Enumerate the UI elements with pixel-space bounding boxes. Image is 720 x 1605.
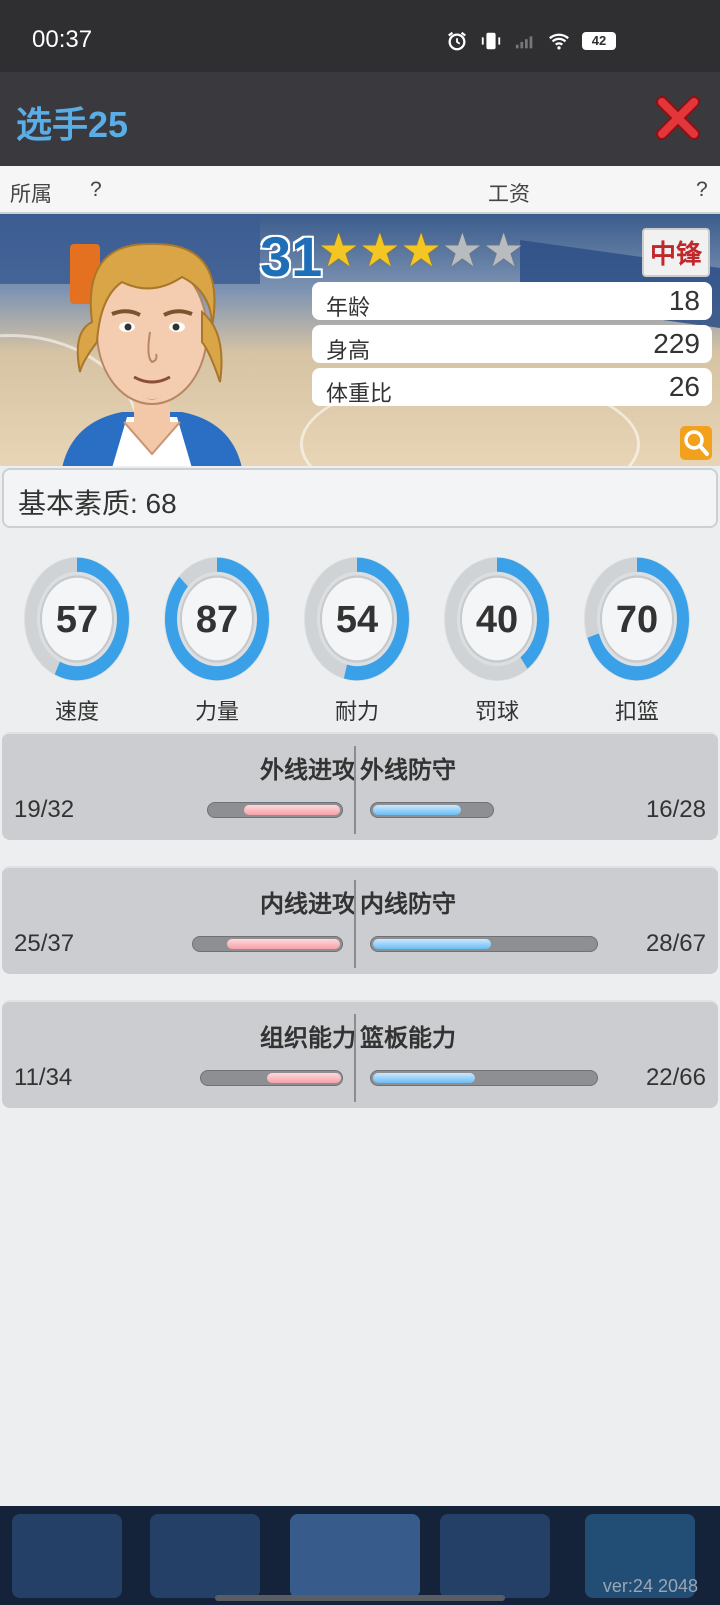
gauge-label: 力量	[194, 699, 239, 724]
gauge-label: 罚球	[474, 699, 519, 724]
gauge-value: 40	[476, 599, 518, 641]
ability-right-bar	[370, 936, 598, 952]
ability-left-title: 外线进攻	[260, 757, 356, 784]
ability-left-value: 19/32	[14, 796, 75, 823]
bottom-nav: ver:24 2048	[0, 1506, 720, 1605]
ability-block: 外线进攻 外线防守 19/32 16/28	[2, 732, 718, 840]
gauge-value: 57	[56, 599, 98, 641]
ability-right-bar	[370, 1070, 598, 1086]
gauge-label: 扣篮	[614, 699, 659, 724]
ability-left-fill	[267, 1073, 341, 1083]
info-row-height: 身高 229	[312, 325, 712, 363]
ability-left-title: 内线进攻	[260, 891, 356, 918]
version-label: ver:24 2048	[602, 1576, 698, 1596]
info-row-weight-ratio: 体重比 26	[312, 368, 712, 406]
gauge-ring: 54	[304, 557, 410, 681]
gauge: 57 速度	[22, 554, 132, 724]
vibrate-icon	[481, 32, 501, 50]
ability-right-bar	[370, 802, 494, 818]
gauge-ring: 40	[444, 557, 550, 681]
player-rating: 31	[260, 225, 323, 288]
page-title: 选手25	[16, 104, 129, 145]
ability-left-bar	[207, 802, 343, 818]
divider	[354, 746, 356, 834]
signal-icon	[515, 36, 533, 49]
star-empty-icon: ★	[483, 224, 525, 276]
wifi-icon	[549, 33, 569, 50]
gauge-ring: 57	[24, 557, 130, 681]
position-badge: 中锋	[641, 228, 710, 277]
ability-right-value: 22/66	[645, 1064, 706, 1091]
gauge-ring: 87	[164, 557, 270, 681]
gauge: 54 耐力	[302, 554, 412, 724]
info-label: 身高	[326, 338, 371, 363]
gauge-value: 87	[196, 599, 238, 641]
affiliation-bar: 所属 ? 工资 ?	[0, 166, 720, 214]
star-filled-icon: ★	[359, 224, 401, 276]
ability-right-fill	[373, 805, 461, 815]
nav-item[interactable]	[440, 1514, 550, 1598]
player-hero: 31 ★ ★ ★ ★ ★ 中锋 年龄 18 身高 229 体重比 26	[0, 214, 720, 466]
info-label: 体重比	[326, 381, 393, 406]
info-row-age: 年龄 18	[312, 282, 712, 320]
divider	[354, 880, 356, 968]
basic-quality-label: 基本素质: 68	[18, 488, 177, 519]
alarm-icon	[448, 31, 466, 51]
gauge-value: 70	[616, 599, 658, 641]
ability-left-fill	[244, 805, 340, 815]
close-icon[interactable]	[654, 94, 702, 142]
salary-value: ?	[696, 178, 708, 201]
info-value: 26	[668, 371, 700, 402]
nav-item[interactable]	[290, 1514, 420, 1598]
ability-right-fill	[373, 939, 491, 949]
ability-left-bar	[200, 1070, 343, 1086]
ability-left-bar	[192, 936, 343, 952]
info-label: 年龄	[326, 295, 371, 320]
ability-left-fill	[227, 939, 340, 949]
star-empty-icon: ★	[441, 224, 483, 276]
gauge: 40 罚球	[442, 554, 552, 724]
home-indicator	[215, 1595, 505, 1601]
salary-label: 工资	[488, 183, 530, 206]
ability-right-value: 28/67	[645, 930, 706, 957]
magnifier-button[interactable]	[680, 426, 712, 460]
gauge: 87 力量	[162, 554, 272, 724]
title-bar: 选手25	[0, 72, 720, 166]
status-time: 00:37	[32, 26, 93, 53]
player-detail-panel: 所属 ? 工资 ? 31 ★ ★ ★ ★ ★ 中锋 年龄 18 身高 229 体…	[0, 166, 720, 1506]
nav-item[interactable]	[150, 1514, 260, 1598]
affiliation-label: 所属	[10, 183, 52, 206]
ability-right-fill	[373, 1073, 475, 1083]
gauge-label: 耐力	[334, 699, 379, 724]
status-bar: 00:37 42	[0, 0, 720, 72]
ability-right-title: 外线防守	[360, 757, 456, 784]
ability-left-value: 25/37	[14, 930, 75, 957]
info-value: 18	[668, 285, 700, 316]
nav-item[interactable]	[12, 1514, 122, 1598]
ability-right-value: 16/28	[645, 796, 706, 823]
divider	[354, 1014, 356, 1102]
info-value: 229	[653, 328, 700, 359]
gauge-ring: 70	[584, 557, 690, 681]
ability-right-title: 内线防守	[360, 891, 456, 918]
gauge: 70 扣篮	[582, 554, 692, 724]
gauge-label: 速度	[54, 699, 99, 724]
gauge-value: 54	[336, 599, 378, 641]
attribute-gauges: 57 速度 87 力量 54 耐力 40 罚球 70 扣篮	[0, 554, 720, 724]
ability-block: 组织能力 篮板能力 11/34 22/66	[2, 1000, 718, 1108]
basic-quality-bar: 基本素质: 68	[2, 468, 718, 528]
star-filled-icon: ★	[400, 224, 442, 276]
ability-left-value: 11/34	[14, 1064, 73, 1091]
player-portrait	[62, 242, 242, 466]
ability-right-title: 篮板能力	[360, 1025, 456, 1052]
battery-level: 42	[591, 33, 607, 48]
star-filled-icon: ★	[318, 224, 360, 276]
ability-left-title: 组织能力	[260, 1025, 356, 1052]
star-rating: ★ ★ ★ ★ ★	[318, 226, 524, 274]
affiliation-value: ?	[90, 178, 102, 201]
battery-icon: 42	[582, 32, 616, 50]
ability-block: 内线进攻 内线防守 25/37 28/67	[2, 866, 718, 974]
magnifier-icon	[684, 430, 709, 456]
status-icons: 42	[446, 30, 616, 52]
